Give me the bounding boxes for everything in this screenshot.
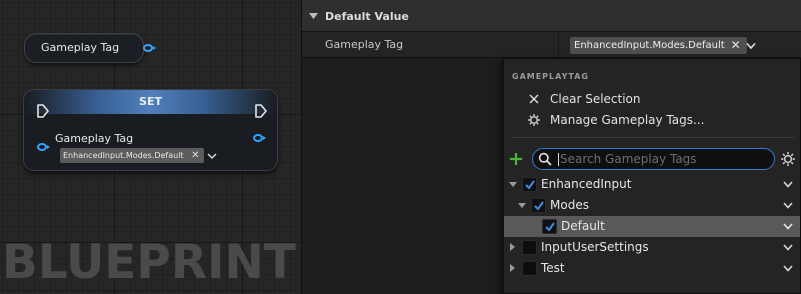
tree-row-default[interactable]: Default	[504, 216, 800, 237]
section-title: Default Value	[325, 10, 409, 23]
menu-separator	[512, 137, 794, 138]
tag-label: Default	[561, 219, 605, 233]
search-icon	[538, 152, 552, 166]
row-chevron-down-icon[interactable]	[783, 265, 793, 272]
tree-row-inputusersettings[interactable]: InputUserSettings	[504, 237, 800, 258]
tag-label: Modes	[550, 198, 589, 212]
output-pin-icon[interactable]	[253, 134, 266, 142]
tree-row-test[interactable]: Test	[504, 258, 800, 279]
row-chevron-down-icon[interactable]	[783, 181, 793, 188]
default-value-section-header[interactable]: Default Value	[302, 0, 801, 32]
row-chevron-down-icon[interactable]	[783, 244, 793, 251]
close-icon	[529, 94, 539, 104]
tag-checkbox[interactable]	[542, 219, 557, 234]
clear-tag-icon[interactable]: ✕	[731, 37, 741, 54]
collapsed-arrow-icon[interactable]	[509, 243, 517, 251]
tag-dropdown-chevron-icon[interactable]	[746, 42, 756, 50]
collapsed-arrow-icon[interactable]	[509, 264, 517, 272]
chip-text: EnhancedInput.Modes.Default	[574, 40, 725, 51]
row-chevron-down-icon[interactable]	[783, 223, 793, 230]
search-input[interactable]	[560, 151, 770, 167]
tag-checkbox[interactable]	[531, 198, 546, 213]
menu-item-label: Clear Selection	[550, 92, 641, 106]
tag-checkbox[interactable]	[522, 240, 537, 255]
tree-row-enhancedinput[interactable]: EnhancedInput	[504, 174, 800, 195]
gameplay-tag-getter-node[interactable]: Gameplay Tag	[24, 33, 156, 63]
row-chevron-down-icon[interactable]	[783, 202, 793, 209]
property-name: Gameplay Tag	[325, 38, 404, 51]
tag-checkbox[interactable]	[522, 177, 537, 192]
set-node-title: SET	[139, 95, 162, 108]
expanded-arrow-icon[interactable]	[518, 202, 526, 210]
exec-in-pin-icon[interactable]	[37, 104, 49, 118]
tag-label: Test	[541, 261, 565, 275]
category-heading: GAMEPLAYTAG	[512, 72, 589, 81]
tag-label: EnhancedInput	[541, 177, 632, 191]
checkmark-icon	[545, 222, 555, 232]
text-caret	[558, 153, 559, 166]
checkmark-icon	[525, 180, 535, 190]
blueprint-watermark: BLUEPRINT	[2, 235, 296, 290]
tag-picker-toolbar	[504, 147, 800, 173]
chevron-down-icon[interactable]	[207, 151, 217, 161]
collapse-arrow-icon[interactable]	[309, 13, 318, 19]
tree-row-modes[interactable]: Modes	[504, 195, 800, 216]
expanded-arrow-icon[interactable]	[509, 181, 517, 189]
clear-tag-icon[interactable]: ✕	[191, 148, 199, 163]
settings-gear-icon[interactable]	[780, 151, 796, 167]
search-box[interactable]	[532, 148, 775, 170]
chip-text: EnhancedInput.Modes.Default	[63, 151, 184, 160]
getter-node-label: Gameplay Tag	[41, 41, 120, 54]
exec-out-pin-icon[interactable]	[255, 104, 267, 118]
blueprint-graph[interactable]: BLUEPRINT Gameplay Tag SET Gameplay Tag …	[0, 0, 301, 294]
output-pin-icon[interactable]	[143, 44, 156, 52]
menu-item-label: Manage Gameplay Tags...	[550, 113, 705, 127]
tag-label: InputUserSettings	[541, 240, 649, 254]
set-node-tag-chip[interactable]: EnhancedInput.Modes.Default ✕	[60, 148, 204, 163]
checkmark-icon	[534, 201, 544, 211]
set-node[interactable]: SET Gameplay Tag EnhancedInput.Modes.Def…	[23, 89, 278, 171]
tag-checkbox[interactable]	[522, 261, 537, 276]
clear-selection-menu-item[interactable]: Clear Selection	[504, 89, 800, 109]
manage-gameplay-tags-menu-item[interactable]: Manage Gameplay Tags...	[504, 110, 800, 130]
gameplay-tag-property-row: Gameplay Tag EnhancedInput.Modes.Default…	[302, 32, 801, 58]
input-pin-icon[interactable]	[37, 143, 50, 151]
gameplay-tag-picker: GAMEPLAYTAG Clear Selection Manage Gamep…	[503, 58, 801, 294]
add-tag-plus-icon[interactable]	[509, 152, 523, 166]
editor-window: BLUEPRINT Gameplay Tag SET Gameplay Tag …	[0, 0, 801, 294]
column-divider[interactable]	[558, 32, 559, 58]
gear-icon	[528, 114, 540, 126]
property-tag-chip[interactable]: EnhancedInput.Modes.Default ✕	[570, 37, 747, 54]
set-node-pin-label: Gameplay Tag	[55, 132, 134, 145]
